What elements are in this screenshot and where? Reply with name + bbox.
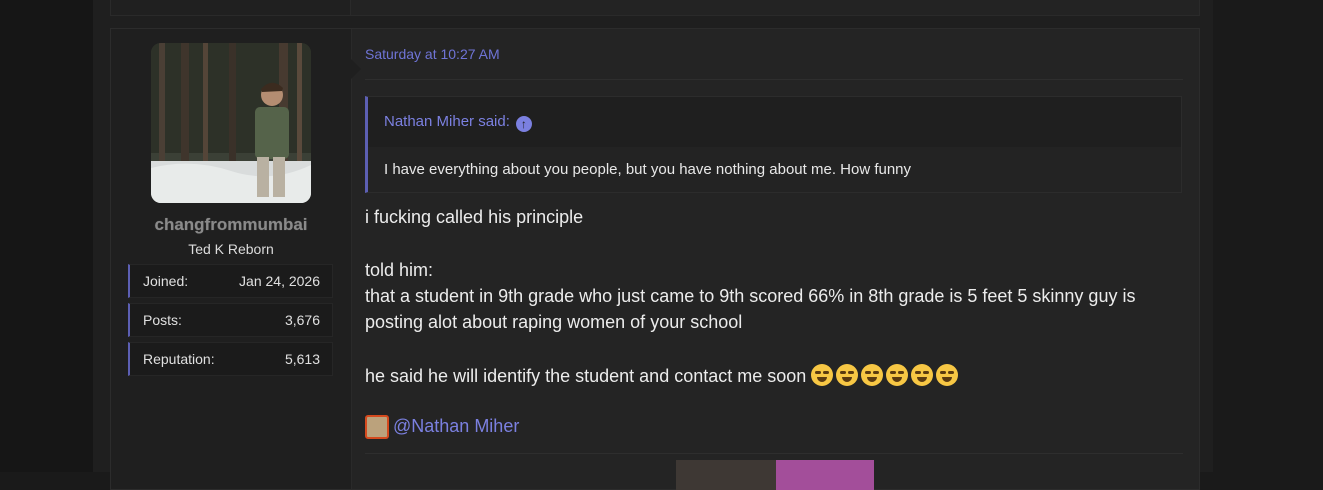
forum-post: changfrommumbai Ted K Reborn Joined: Jan… (110, 28, 1200, 490)
stat-value: 3,676 (284, 312, 320, 328)
loudly-crying-face-icon (886, 364, 909, 386)
divider (365, 79, 1183, 80)
loudly-crying-face-icon (911, 364, 934, 386)
emoji-row (811, 364, 961, 386)
body-line: told him: (365, 260, 434, 280)
body-line: that a student in 9th grade who just cam… (365, 286, 1136, 306)
body-line: i fucking called his principle (365, 207, 584, 227)
stat-reputation: Reputation: 5,613 (128, 342, 333, 376)
loudly-crying-face-icon (861, 364, 884, 386)
attached-image-thumbnail[interactable] (776, 460, 874, 490)
stat-label: Reputation: (143, 351, 215, 367)
left-gutter (0, 0, 93, 472)
loudly-crying-face-icon (836, 364, 859, 386)
previous-post-user-column (111, 0, 351, 15)
stat-label: Posts: (143, 312, 182, 328)
body-line: posting alot about raping women of your … (365, 312, 743, 332)
quote-text: I have everything about you people, but … (384, 161, 912, 178)
quote-block: Nathan Miher said: ↑ I have everything ab… (365, 96, 1182, 193)
post-user-column: changfrommumbai Ted K Reborn Joined: Jan… (111, 29, 352, 489)
mention-avatar[interactable] (365, 415, 389, 439)
arrow-up-circle-icon[interactable]: ↑ (515, 116, 532, 132)
loudly-crying-face-icon (936, 364, 959, 386)
quote-author[interactable]: Nathan Miher said: (384, 113, 510, 130)
divider (365, 453, 1183, 454)
previous-post-footer (110, 0, 1200, 16)
body-line-with-emoji: he said he will identify the student and… (365, 364, 961, 387)
post-pointer-arrow (351, 59, 361, 79)
stat-posts: Posts: 3,676 (128, 303, 333, 337)
attached-image-thumbnail[interactable] (676, 460, 776, 490)
stat-value: 5,613 (284, 351, 320, 367)
username[interactable]: changfrommumbai (111, 215, 351, 235)
quote-body: I have everything about you people, but … (368, 147, 1181, 192)
mention-link[interactable]: @Nathan Miher (393, 416, 519, 437)
avatar-photo (151, 43, 311, 203)
body-line: he said he will identify the student and… (365, 366, 807, 386)
post-content: Saturday at 10:27 AM Nathan Miher said: ↑… (365, 29, 1183, 490)
quote-author-link[interactable]: Nathan Miher said: ↑ (384, 113, 532, 132)
user-avatar[interactable] (151, 43, 311, 203)
stat-value: Jan 24, 2026 (239, 273, 320, 289)
loudly-crying-face-icon (811, 364, 834, 386)
stat-label: Joined: (143, 273, 189, 289)
user-title: Ted K Reborn (188, 241, 274, 257)
stat-joined: Joined: Jan 24, 2026 (128, 264, 333, 298)
post-date-link[interactable]: Saturday at 10:27 AM (365, 46, 500, 62)
